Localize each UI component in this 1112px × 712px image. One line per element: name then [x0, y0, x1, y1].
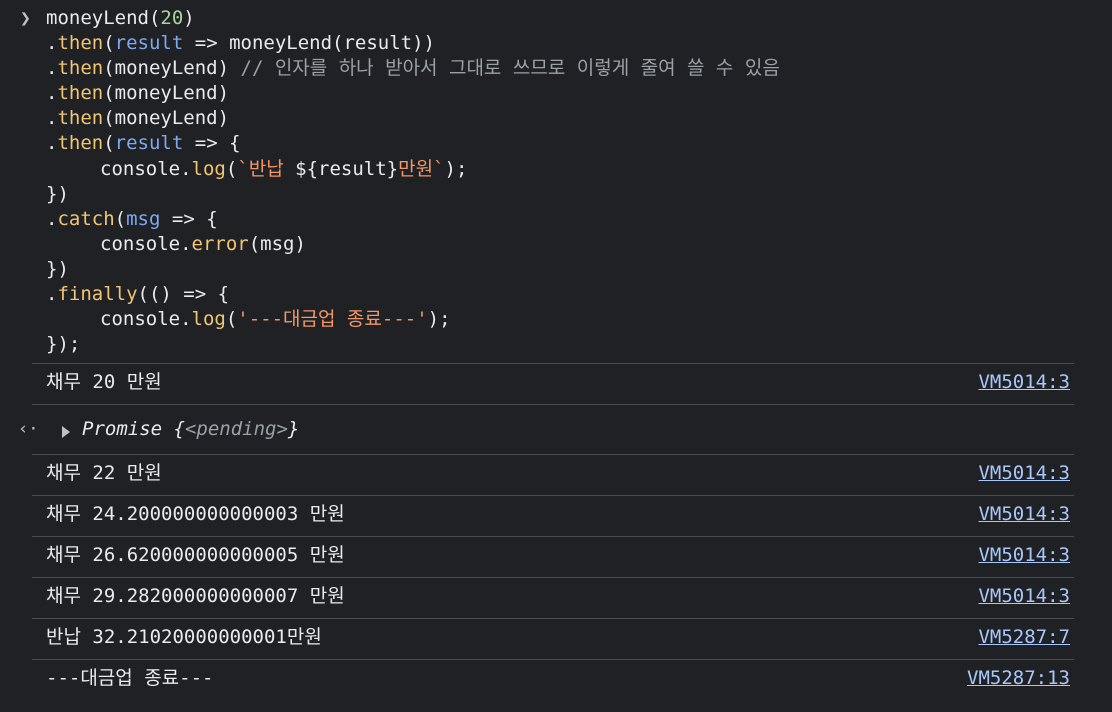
console-log-row: 채무 22 만원 VM5014:3: [32, 454, 1074, 495]
code-line-2[interactable]: .then(result => moneyLend(result)): [0, 31, 1112, 56]
log-message: 반납 32.21020000000001만원: [46, 626, 322, 648]
log-message: 채무 22 만원: [46, 462, 162, 484]
code-token: }): [46, 257, 69, 280]
source-link[interactable]: VM5014:3: [978, 584, 1070, 608]
code-token: );: [444, 157, 468, 180]
code-token: result: [114, 32, 184, 55]
console-log-row: ---대금업 종료--- VM5287:13: [32, 659, 1074, 700]
code-line-10[interactable]: console.error(msg): [0, 232, 1112, 257]
source-link[interactable]: VM5014:3: [978, 543, 1070, 567]
devtools-console: ❯ moneyLend(20) .then(result => moneyLen…: [0, 0, 1112, 712]
code-token: (: [225, 308, 238, 331]
code-line-13[interactable]: console.log('---대금업 종료---');: [0, 307, 1112, 332]
log-message: 채무 20 만원: [46, 371, 162, 393]
promise-state: <pending>: [184, 418, 288, 440]
code-line-14[interactable]: });: [0, 332, 1112, 357]
expand-triangle-icon[interactable]: [62, 426, 70, 438]
code-token: (: [114, 207, 127, 230]
console-log-row: 채무 20 만원 VM5014:3: [32, 363, 1074, 404]
code-line-7[interactable]: console.log(`반납 ${result}만원`);: [0, 157, 1112, 182]
chevron-right-prompt-icon: ❯: [20, 8, 31, 29]
code-token: (msg): [248, 232, 306, 255]
code-token: catch: [57, 207, 115, 230]
source-link[interactable]: VM5287:13: [967, 666, 1070, 690]
code-line-5[interactable]: .then(moneyLend): [0, 106, 1112, 131]
code-string: 만원`: [398, 157, 445, 180]
code-token: (moneyLend): [103, 82, 230, 105]
code-token: .: [46, 82, 58, 105]
code-token: log: [191, 308, 226, 331]
return-arrow-icon: ‹·: [18, 419, 39, 439]
code-token: console.: [100, 232, 192, 255]
code-line-8[interactable]: }): [0, 182, 1112, 207]
promise-brace: }: [287, 418, 300, 440]
code-token: ${result}: [295, 157, 399, 180]
code-token: finally: [57, 283, 138, 306]
code-token: => {: [183, 132, 241, 155]
code-line-3[interactable]: .then(moneyLend) // 인자를 하나 받아서 그대로 쓰므로 이…: [0, 56, 1112, 81]
code-comment: // 인자를 하나 받아서 그대로 쓰므로 이렇게 줄여 쓸 수 있음: [240, 57, 780, 80]
log-message: 채무 24.200000000000003 만원: [46, 503, 345, 525]
code-line-12[interactable]: .finally(() => {: [0, 282, 1112, 307]
code-token: .: [46, 107, 58, 130]
promise-brace: {: [162, 418, 185, 440]
log-message: 채무 26.620000000000005 만원: [46, 544, 345, 566]
code-token: moneyLend(: [46, 7, 161, 29]
code-line-6[interactable]: .then(result => {: [0, 131, 1112, 156]
code-token: then: [57, 132, 104, 155]
code-string: '---대금업 종료---': [237, 308, 428, 331]
console-log-row: 채무 29.282000000000007 만원 VM5014:3: [32, 577, 1074, 618]
code-token: then: [57, 57, 104, 80]
code-token: (: [225, 157, 238, 180]
code-string: `반납: [237, 157, 296, 180]
code-token: 20: [160, 7, 184, 29]
console-log-row: 채무 24.200000000000003 만원 VM5014:3: [32, 495, 1074, 536]
code-line-1[interactable]: moneyLend(20): [0, 6, 1112, 31]
code-token: msg: [126, 207, 161, 230]
code-line-4[interactable]: .then(moneyLend): [0, 81, 1112, 106]
code-token: => moneyLend(result)): [183, 32, 435, 55]
code-token: result: [114, 132, 184, 155]
code-token: .: [46, 57, 58, 80]
code-token: .: [46, 132, 58, 155]
code-token: (: [103, 32, 115, 55]
log-message: 채무 29.282000000000007 만원: [46, 585, 345, 607]
code-token: });: [46, 333, 81, 356]
source-link[interactable]: VM5287:7: [978, 625, 1070, 649]
code-token: then: [57, 82, 104, 105]
code-token: .: [46, 32, 58, 55]
console-log-row: 반납 32.21020000000001만원 VM5287:7: [32, 618, 1074, 659]
code-token: (: [103, 132, 115, 155]
code-token: console.: [100, 157, 192, 180]
code-token: .: [46, 283, 58, 306]
console-input-block: ❯ moneyLend(20) .then(result => moneyLen…: [0, 0, 1112, 363]
code-token: );: [427, 308, 451, 331]
code-token: => {: [160, 207, 218, 230]
source-link[interactable]: VM5014:3: [978, 370, 1070, 394]
code-token: (moneyLend): [103, 107, 230, 130]
code-token: then: [57, 107, 104, 130]
code-line-9[interactable]: .catch(msg => {: [0, 207, 1112, 232]
code-token: .: [46, 207, 58, 230]
source-link[interactable]: VM5014:3: [978, 502, 1070, 526]
code-token: console.: [100, 308, 192, 331]
code-token: }): [46, 182, 69, 205]
code-line-11[interactable]: }): [0, 257, 1112, 282]
code-token: log: [191, 157, 226, 180]
code-token: then: [57, 32, 104, 55]
code-token: error: [191, 232, 249, 255]
source-link[interactable]: VM5014:3: [978, 461, 1070, 485]
code-token: ): [183, 7, 195, 29]
code-token: (() => {: [137, 283, 230, 306]
console-return-row: ‹· Promise {<pending>}: [18, 404, 1074, 454]
promise-return-value[interactable]: Promise {<pending>}: [82, 417, 299, 441]
code-token: (moneyLend): [103, 57, 241, 80]
console-log-row: 채무 26.620000000000005 만원 VM5014:3: [32, 536, 1074, 577]
log-message: ---대금업 종료---: [46, 667, 214, 689]
promise-label: Promise: [82, 418, 163, 440]
